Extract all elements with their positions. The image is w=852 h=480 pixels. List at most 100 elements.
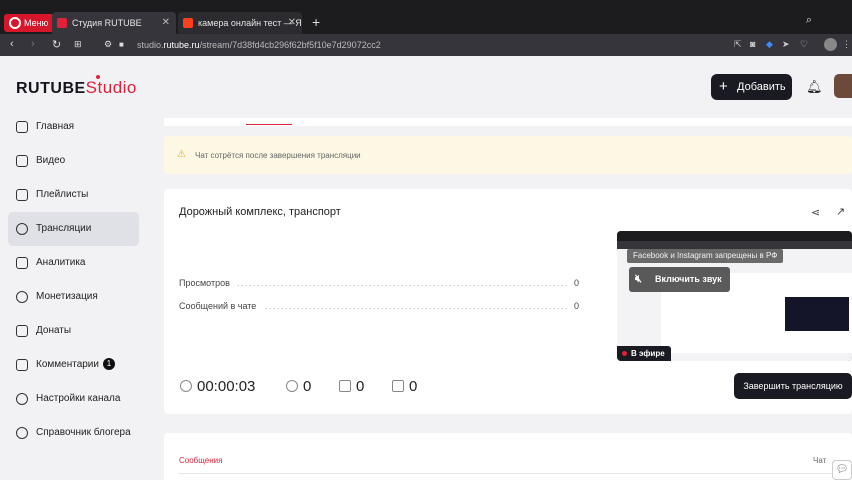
chat-bubble-icon[interactable]: 💬︎ [832, 460, 852, 480]
reload-icon[interactable]: ↻ [52, 38, 61, 51]
top-tabs-card [164, 118, 852, 126]
user-avatar[interactable] [834, 74, 852, 98]
more-icon[interactable]: ⋮ [842, 39, 851, 50]
logo-studio-text: Studio [85, 78, 137, 97]
stream-preview[interactable]: Facebook и Instagram запрещены в РФ 🔇︎ В… [617, 231, 852, 361]
new-tab-button[interactable]: + [312, 14, 320, 30]
gear-icon [16, 393, 28, 405]
url-path: /stream/7d38fd4cb296f62bf5f10e7d29072cc2 [199, 40, 381, 50]
enable-sound-button[interactable]: 🔇︎ Включить звук [629, 267, 730, 292]
sidebar-item-label: Видео [36, 155, 66, 166]
info-icon [16, 427, 28, 439]
chat-warning-banner: ⚠ Чат сотрётся после завершения трансляц… [164, 136, 852, 174]
tab-title: Студия RUTUBE [72, 18, 142, 28]
sidebar-item-label: Трансляции [36, 223, 92, 234]
chat-messages-stat: Сообщений в чате .......................… [179, 301, 579, 311]
url-domain: rutube.ru [163, 40, 200, 50]
forward-icon[interactable]: › [31, 38, 35, 50]
close-tab-icon[interactable]: ✕ [162, 12, 170, 34]
sidebar-item-comments[interactable]: Комментарии 1 [8, 348, 139, 382]
warning-icon: ⚠ [177, 149, 186, 160]
sidebar-item-label: Донаты [36, 325, 72, 336]
preview-overlay-text: Facebook и Instagram запрещены в РФ [627, 249, 784, 263]
browser-tab-studio[interactable]: Студия RUTUBE ✕ [52, 12, 176, 34]
views-label: Просмотров [179, 278, 230, 288]
sidebar-item-donations[interactable]: Донаты [8, 314, 139, 348]
dot-leader: ........................................… [265, 301, 567, 311]
viewer-icon [286, 380, 298, 392]
chat-label[interactable]: Чат [813, 456, 826, 465]
tab-search-icon[interactable]: ⌕ [806, 14, 812, 27]
browser-menu-button[interactable]: Меню [4, 14, 55, 32]
likes-stat: 0 [339, 378, 364, 395]
thumbs-down-icon [392, 380, 404, 392]
sidebar-item-label: Главная [36, 121, 75, 132]
sidebar-item-channel-settings[interactable]: Настройки канала [8, 382, 139, 416]
shield-icon[interactable]: ◆ [766, 39, 773, 50]
live-label: В эфире [631, 349, 665, 358]
sidebar-item-broadcasts[interactable]: Трансляции [8, 212, 139, 246]
enable-sound-label: Включить звук [655, 274, 722, 284]
views-value: 0 [573, 278, 579, 288]
open-external-icon[interactable]: ↗ [836, 205, 845, 218]
playlist-icon [16, 189, 28, 201]
sidebar-item-analytics[interactable]: Аналитика [8, 246, 139, 280]
views-stat: Просмотров .............................… [179, 278, 579, 288]
heart-icon[interactable]: ♡ [800, 39, 808, 50]
tab-messages[interactable]: Сообщения [179, 456, 222, 465]
live-dot-icon [622, 351, 627, 356]
sidebar-item-label: Настройки канала [36, 393, 121, 404]
notifications-bell-icon[interactable]: 🔔︎ [806, 79, 823, 95]
comments-count-badge: 1 [102, 358, 115, 371]
opera-logo-icon [9, 17, 21, 29]
logo-main-text: RUTUBE [16, 80, 86, 97]
clock-icon [180, 380, 192, 392]
sidebar-item-label: Справочник блогера [36, 427, 131, 438]
sidebar-item-label: Комментарии [36, 359, 99, 370]
close-tab-icon[interactable]: ✕ [288, 12, 296, 34]
sidebar-item-blogger-guide[interactable]: Справочник блогера [8, 416, 139, 450]
sidebar-item-monetization[interactable]: Монетизация [8, 280, 139, 314]
viewers-value: 0 [303, 378, 312, 395]
share-icon[interactable]: ⋖ [811, 206, 820, 219]
browser-profile-avatar[interactable] [824, 38, 837, 51]
duration-stat: 00:00:03 [180, 378, 255, 395]
sidebar-item-video[interactable]: Видео [8, 144, 139, 178]
url-field[interactable]: studio.rutube.ru/stream/7d38fd4cb296f62b… [137, 40, 381, 50]
broadcast-icon [16, 223, 28, 235]
share-page-icon[interactable]: ⇱ [734, 39, 742, 50]
send-icon[interactable]: ➤ [782, 39, 790, 50]
sidebar-item-playlists[interactable]: Плейлисты [8, 178, 139, 212]
home-icon [16, 121, 28, 133]
dislikes-stat: 0 [392, 378, 417, 395]
dislikes-value: 0 [409, 378, 418, 395]
gift-icon [16, 325, 28, 337]
chat-messages-value: 0 [573, 301, 579, 311]
camera-icon[interactable]: ◙ [750, 39, 755, 49]
ruble-icon [16, 291, 28, 303]
back-icon[interactable]: ‹ [10, 38, 14, 50]
add-button-label: Добавить [737, 81, 786, 93]
logo-dot [96, 75, 100, 79]
sidebar-item-label: Плейлисты [36, 189, 89, 200]
preview-tab-bar [617, 231, 852, 241]
preview-video-thumb [785, 297, 849, 331]
preview-address-bar [617, 241, 852, 249]
browser-tab-yandex[interactable]: камера онлайн тест — Ян ✕ [178, 12, 302, 34]
grid-icon[interactable]: ⊞ [74, 39, 82, 50]
sidebar-item-label: Монетизация [36, 291, 98, 302]
settings-icon[interactable]: ⚙ [104, 39, 112, 50]
rutube-studio-logo[interactable]: RUTUBE Studio [16, 75, 137, 98]
end-stream-button[interactable]: Завершить трансляцию [734, 373, 852, 399]
tab-title: камера онлайн тест — Ян [198, 18, 302, 28]
stream-title: Дорожный комплекс, транспорт [179, 206, 341, 218]
messages-card: Сообщения Чат [164, 433, 852, 480]
app-header: RUTUBE Studio + Добавить 🔔︎ [0, 56, 852, 118]
messages-divider [179, 473, 838, 474]
thumbs-up-icon [339, 380, 351, 392]
add-button[interactable]: + Добавить [711, 74, 792, 100]
lock-icon: ■ [119, 40, 124, 49]
yandex-favicon-icon [183, 18, 193, 28]
likes-value: 0 [356, 378, 365, 395]
sidebar-item-home[interactable]: Главная [8, 110, 139, 144]
